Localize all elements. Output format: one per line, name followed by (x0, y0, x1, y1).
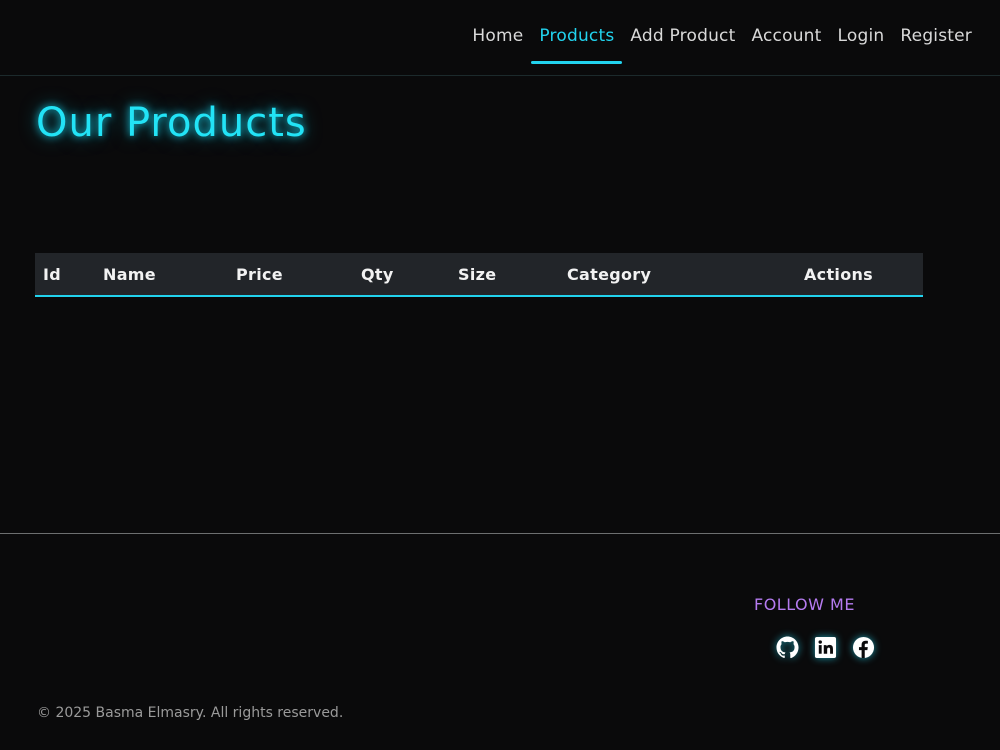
nav-link-register[interactable]: Register (892, 24, 980, 62)
nav-links: Home Products Add Product Account Login … (464, 24, 980, 64)
follow-me-title: FOLLOW ME (754, 595, 855, 614)
footer: FOLLOW ME © 2025 Basma Elmasry. All righ… (0, 533, 1000, 750)
facebook-link[interactable] (852, 636, 875, 659)
nav-link-home[interactable]: Home (464, 24, 531, 62)
column-header-category: Category (567, 264, 652, 284)
table-header-row: Id Name Price Qty Size Category Actions (35, 253, 923, 296)
page-title: Our Products (36, 100, 307, 146)
column-header-name: Name (103, 264, 156, 284)
github-icon[interactable] (776, 636, 799, 659)
navbar: Home Products Add Product Account Login … (0, 0, 1000, 76)
nav-link-account[interactable]: Account (743, 24, 829, 62)
nav-link-login[interactable]: Login (830, 24, 893, 62)
table-header: Id Name Price Qty Size Category Actions (35, 253, 923, 296)
column-header-price: Price (236, 264, 283, 284)
linkedin-link[interactable] (814, 636, 837, 659)
column-header-actions: Actions (804, 264, 874, 284)
github-link[interactable] (776, 636, 799, 659)
social-icons (776, 636, 875, 659)
facebook-icon[interactable] (852, 636, 875, 659)
page: Home Products Add Product Account Login … (0, 0, 1000, 750)
column-header-qty: Qty (361, 264, 394, 284)
nav-link-add-product[interactable]: Add Product (622, 24, 743, 62)
products-table: Id Name Price Qty Size Category Actions (35, 253, 923, 297)
linkedin-icon[interactable] (814, 636, 837, 659)
copyright-text: © 2025 Basma Elmasry. All rights reserve… (37, 705, 344, 721)
nav-link-products[interactable]: Products (531, 24, 623, 64)
column-header-size: Size (458, 264, 497, 284)
column-header-id: Id (43, 264, 62, 284)
